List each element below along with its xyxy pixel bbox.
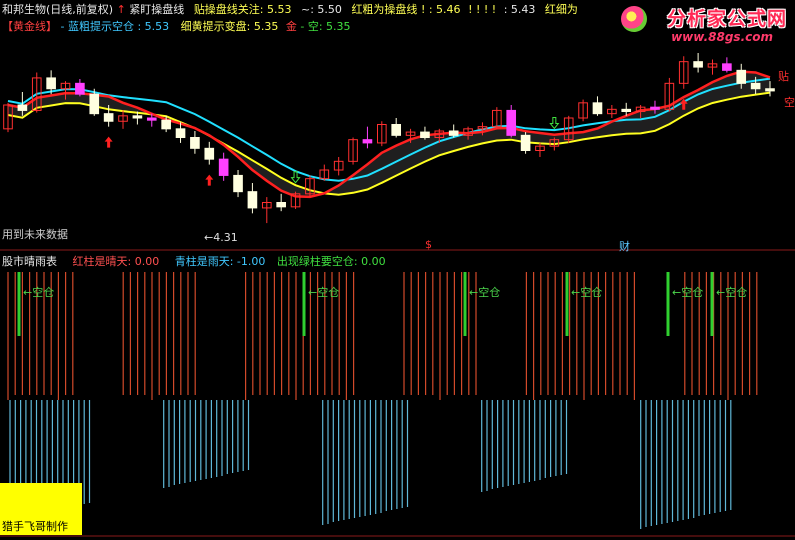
gold-line-label: 【黄金线】 [2, 20, 57, 33]
stock-chart[interactable] [0, 0, 795, 540]
signal-bar [302, 272, 306, 336]
candle-body [89, 93, 100, 115]
indicator-near-line: 贴操盘线关注: 5.53 [193, 3, 292, 16]
candle-body [190, 137, 200, 149]
signal-label: ←空仓 [672, 286, 704, 299]
sell-arrow-icon [549, 117, 560, 130]
candle-body [506, 109, 517, 136]
sell-arrow-icon [290, 171, 301, 184]
signal-bar [666, 272, 670, 336]
signal-label: ←空仓 [571, 286, 603, 299]
sub-indicator-header: 股市晴雨表 红柱是晴天: 0.00 青柱是雨天: -1.00 出现绿柱要空仓: … [2, 255, 386, 268]
sub-title: 股市晴雨表 [2, 255, 57, 268]
signal-label: ←空仓 [716, 286, 748, 299]
gold-marker: 金 [285, 20, 297, 33]
candle-body [420, 131, 430, 138]
indicator-red-thick: 红粗为操盘线 [351, 3, 418, 16]
buy-arrow-icon [104, 136, 113, 148]
candle-body [247, 191, 258, 209]
indicator-close-watch: 紧盯操盘线 [129, 3, 185, 16]
candle-body [132, 115, 143, 119]
credit-text: 猎手飞哥制作 [2, 520, 68, 533]
indicator-value-b: : 5.43 [503, 3, 536, 16]
candle-body [722, 63, 732, 71]
yellow-thin-hint: 细黄提示变盘: 5.35 [180, 20, 279, 33]
candle-body [103, 113, 114, 122]
candle-body [146, 117, 157, 121]
right-label-1: 贴 [778, 70, 789, 83]
cai-marker: 财 [619, 240, 630, 253]
exclamation-icon: ! [420, 3, 426, 16]
red-bar-label: 红柱是晴天: 0.00 [72, 255, 160, 268]
candle-body [175, 128, 186, 138]
blue-thick-value: : 5.53 [137, 20, 170, 33]
signal-bar [565, 272, 569, 336]
indicator-tilde: ~: 5.50 [301, 3, 342, 16]
candle-body [46, 77, 56, 90]
candle-body [233, 174, 243, 193]
candle-body [75, 82, 85, 95]
up-arrow-icon: ↑ [116, 3, 126, 16]
signal-bar [710, 272, 714, 336]
indicator-value-a: : 5.46 [428, 3, 461, 16]
low-price-label: ←4.31 [204, 231, 238, 244]
candle-body [276, 202, 286, 208]
blue-thick-hint: - 蓝粗提示空仓 [60, 20, 134, 33]
signal-bar [463, 272, 467, 336]
right-label-2: 空 [784, 96, 795, 109]
green-bar-label: 出现绿柱要空仓: 0.00 [276, 255, 386, 268]
chart-header-line1: 和邦生物(日线,前复权) ↑ 紧盯操盘线 贴操盘线关注: 5.53 ~: 5.5… [2, 3, 578, 16]
candle-body [750, 82, 761, 90]
signal-label: ←空仓 [308, 286, 340, 299]
buy-arrow-icon [205, 174, 214, 186]
candle-body [17, 104, 28, 111]
exclamation-icon: ! ! ! ! [468, 3, 497, 16]
signal-label: ←空仓 [23, 286, 55, 299]
candle-body [765, 88, 775, 92]
empty-value: - 空: 5.35 [300, 20, 351, 33]
candle-body [391, 124, 402, 136]
candle-body [218, 158, 229, 176]
candle-body [362, 139, 373, 144]
future-data-note: 用到未来数据 [2, 228, 68, 241]
watermark-flower-icon [621, 6, 647, 32]
candle-body [204, 147, 215, 160]
stock-name: 和邦生物(日线,前复权) [2, 3, 114, 16]
candle-body [520, 134, 531, 151]
candle-body [736, 69, 747, 84]
indicator-red-thin: 红细为 [544, 3, 578, 16]
watermark: 分析家公式网 [667, 4, 787, 31]
watermark-name: 分析家公式网 [666, 8, 787, 30]
signal-bar [17, 272, 21, 336]
candle-body [592, 102, 603, 115]
candle-body [448, 130, 459, 136]
candle-body [621, 108, 632, 113]
signal-label: ←空仓 [469, 286, 501, 299]
watermark-url: www.88gs.com [671, 30, 773, 44]
candle-body [693, 61, 703, 68]
blue-bar-label: 青柱是雨天: -1.00 [174, 255, 266, 268]
dollar-marker: $ [425, 238, 432, 251]
candle-body [650, 106, 660, 110]
candle-body [161, 119, 171, 130]
chart-header-line2: 【黄金线】 - 蓝粗提示空仓 : 5.53 细黄提示变盘: 5.35 金 - 空… [2, 20, 351, 33]
